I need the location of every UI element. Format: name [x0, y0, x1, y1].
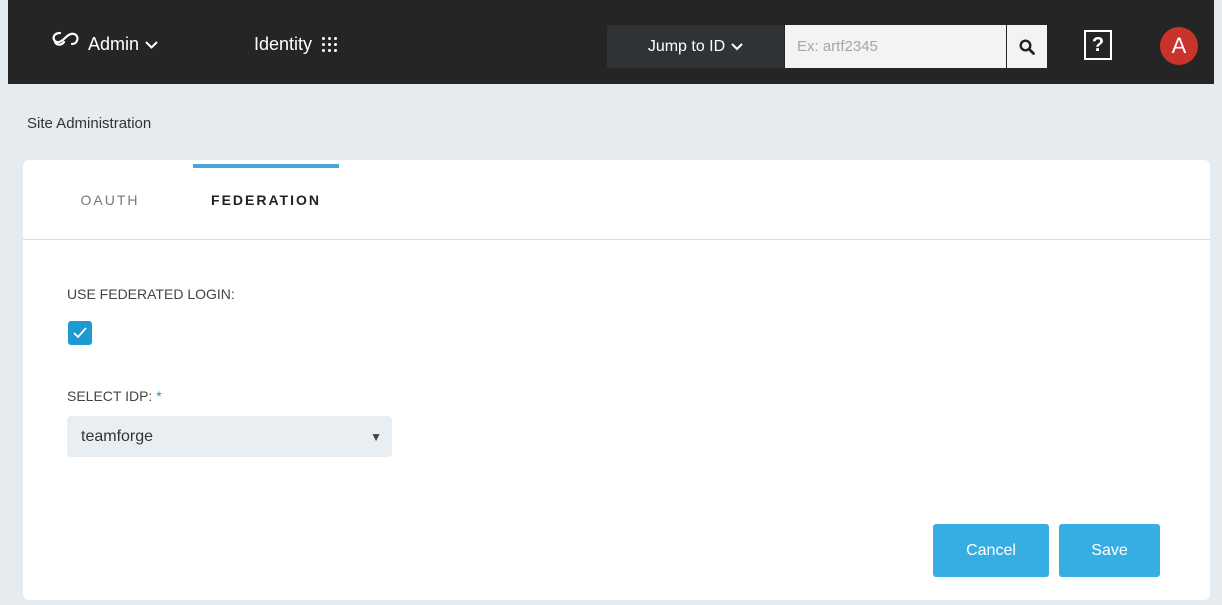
use-federated-login-label: USE FEDERATED LOGIN: [67, 286, 235, 302]
jump-id-search-input[interactable] [785, 25, 1006, 68]
identity-app-switcher[interactable]: Identity [254, 34, 338, 55]
select-idp-label: SELECT IDP: * [67, 388, 162, 404]
jump-to-id-dropdown[interactable]: Jump to ID [607, 25, 784, 68]
avatar-letter: A [1171, 33, 1187, 58]
select-idp-label-text: SELECT IDP: [67, 388, 153, 404]
user-avatar[interactable]: A [1160, 27, 1198, 65]
checkmark-icon [73, 327, 87, 339]
tab-federation[interactable]: FEDERATION [193, 160, 339, 239]
admin-menu-label: Admin [88, 34, 140, 54]
tab-oauth[interactable]: OAUTH [55, 160, 165, 239]
search-icon [1019, 38, 1035, 55]
idp-select[interactable]: teamforge ▼ [67, 416, 392, 457]
app-grid-icon [322, 37, 338, 52]
help-button[interactable]: ? [1084, 30, 1112, 60]
caret-down-icon: ▼ [370, 429, 382, 444]
app-logo-icon[interactable] [50, 28, 80, 50]
tab-bar: OAUTH FEDERATION [23, 160, 1210, 240]
top-navbar: Admin Identity Jump to ID ? A [8, 0, 1214, 84]
identity-label: Identity [254, 34, 313, 54]
idp-select-value: teamforge [81, 427, 154, 445]
search-button[interactable] [1007, 25, 1047, 68]
use-federated-login-checkbox[interactable] [68, 321, 92, 345]
jump-to-id-label: Jump to ID [647, 37, 726, 55]
admin-menu[interactable]: Admin [88, 34, 158, 55]
cancel-button[interactable]: Cancel [933, 524, 1049, 577]
save-button[interactable]: Save [1059, 524, 1160, 577]
help-icon: ? [1091, 33, 1105, 56]
breadcrumb: Site Administration [27, 115, 152, 132]
required-marker: * [156, 388, 162, 404]
settings-card: OAUTH FEDERATION USE FEDERATED LOGIN: SE… [23, 160, 1210, 600]
chevron-down-icon [145, 40, 158, 49]
chevron-down-icon [731, 42, 743, 50]
